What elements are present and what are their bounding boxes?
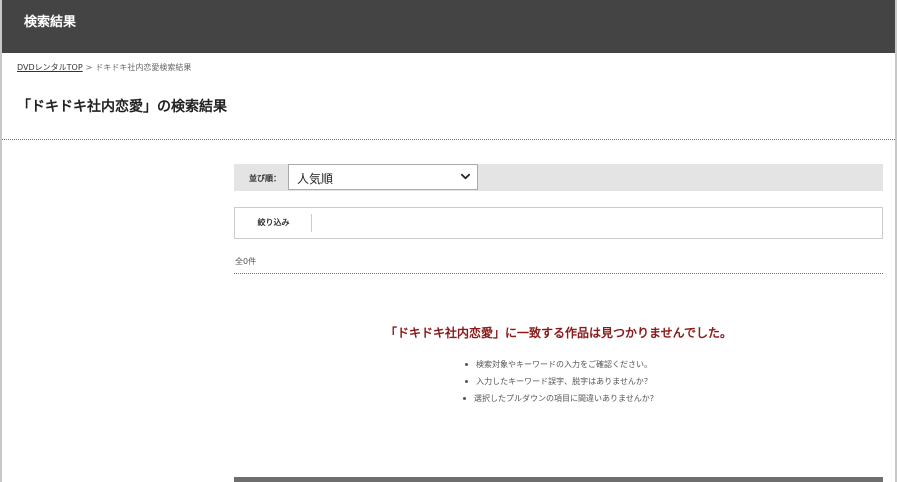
hint-list: 検索対象やキーワードの入力をご確認ください。 入力したキーワード誤字、脱字はあり… [234,356,883,407]
hint-item: 選択したプルダウンの項目に間違いありませんか? [234,390,883,407]
hint-item: 入力したキーワード誤字、脱字はありませんか？ [234,373,883,390]
filter-button[interactable]: 絞り込み [236,214,312,232]
result-count: 全0件 [235,257,257,266]
chevron-down-icon [461,173,470,180]
hint-text: 入力したキーワード誤字、脱字はありませんか？ [476,377,652,386]
hint-text: 選択したプルダウンの項目に間違いありませんか? [473,394,654,403]
sort-select-value: 人気順 [297,172,334,186]
bottom-bar [234,477,883,482]
count-divider [234,273,883,274]
breadcrumb-separator: > [85,63,93,72]
sort-label: 並び順： [249,174,281,183]
no-results-message: 「ドキドキ社内恋愛」に一致する作品は見つかりませんでした。 [384,326,733,340]
bullet-icon [462,397,466,400]
breadcrumb-home-link[interactable]: DVDレンタルTOP [17,63,83,72]
breadcrumb: DVDレンタルTOP > ドキドキ社内恋愛検索結果 [17,62,191,73]
sort-bar: 並び順： 人気順 [234,164,883,191]
sort-select[interactable]: 人気順 [288,164,478,190]
page-title: 「ドキドキ社内恋愛」の検索結果 [17,99,227,115]
header-bar: 検索結果 [2,0,895,53]
header-title: 検索結果 [24,15,77,30]
bullet-icon [465,363,468,366]
hint-item: 検索対象やキーワードの入力をご確認ください。 [234,356,883,373]
title-divider [2,139,895,140]
breadcrumb-current: ドキドキ社内恋愛検索結果 [95,63,192,72]
filter-box: 絞り込み [234,207,883,239]
page: 検索結果 DVDレンタルTOP > ドキドキ社内恋愛検索結果 「ドキドキ社内恋愛」の… [0,0,897,482]
page-border-left [0,0,2,482]
bullet-icon [465,380,469,383]
hint-text: 検索対象やキーワードの入力をご確認ください。 [476,360,652,369]
